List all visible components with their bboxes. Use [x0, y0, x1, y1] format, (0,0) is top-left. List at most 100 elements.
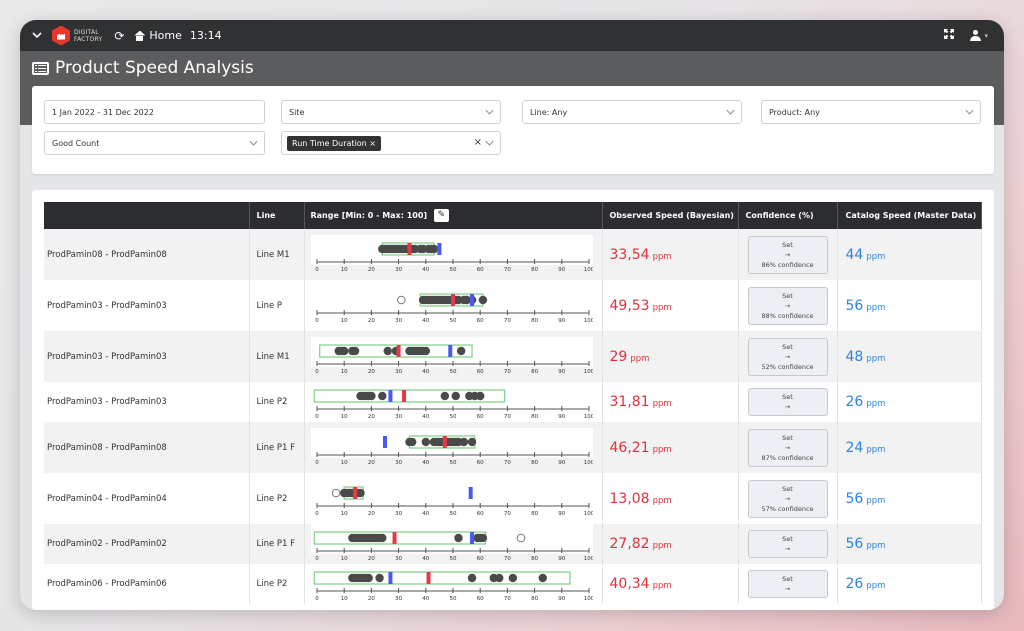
set-speed-button[interactable]: Set →	[747, 388, 828, 416]
logo-text-line1: DIGITAL	[74, 28, 99, 36]
x-tick-label: 30	[395, 596, 402, 602]
unit-text: ppm	[652, 444, 672, 455]
set-speed-button[interactable]: Set → 52% confidence	[747, 337, 828, 376]
duration-multiselect[interactable]: Run Time Duration × ×	[281, 131, 501, 155]
site-select[interactable]: Site	[281, 100, 501, 124]
observed-text: 13,08	[609, 490, 650, 507]
data-point	[456, 346, 465, 355]
clock-time: 13:14	[189, 29, 222, 42]
table-row[interactable]: ProdPamin02 - ProdPamin02 Line P1 F 0 10 2…	[44, 524, 982, 564]
observed-text: 40,34	[609, 576, 650, 592]
table-row[interactable]: ProdPamin08 - ProdPamin08 Line P1 F 0 10 2…	[44, 422, 982, 473]
data-point	[363, 573, 373, 583]
unit-text: ppm	[866, 353, 886, 364]
x-tick-label: 70	[503, 267, 510, 273]
x-tick-label: 100	[583, 369, 592, 375]
arrow-right-icon: →	[784, 250, 791, 259]
x-tick-label: 90	[558, 556, 565, 562]
table-row[interactable]: ProdPamin03 - ProdPamin03 Line P2 0 10 20 3…	[44, 382, 982, 422]
x-tick-label: 50	[449, 318, 456, 324]
range-chart-cell: 0 10 20 30 40 50 60 70 80 90 100	[304, 229, 603, 280]
list-icon	[32, 61, 49, 75]
data-point	[407, 437, 416, 446]
x-tick-label: 60	[476, 556, 483, 562]
x-tick-label: 50	[449, 369, 456, 375]
col-observed-speed[interactable]: Observed Speed (Bayesian)	[602, 202, 739, 229]
x-tick-label: 80	[531, 511, 538, 517]
data-point	[508, 573, 517, 583]
col-product[interactable]	[44, 202, 250, 229]
set-speed-button[interactable]: Set →	[747, 530, 828, 558]
x-tick-label: 100	[583, 267, 592, 273]
home-link[interactable]: Home	[134, 29, 182, 42]
product-text: ProdPamin04 - ProdPamin04	[47, 493, 167, 504]
range-chart: 0 10 20 30 40 50 60 70 80 90 100	[310, 234, 593, 273]
results-panel: Line Range [Min: 0 - Max: 100] ✎ Observe…	[32, 190, 994, 610]
user-menu[interactable]: ▾	[970, 30, 988, 41]
set-speed-button[interactable]: Set → 86% confidence	[747, 235, 828, 274]
table-row[interactable]: ProdPamin06 - ProdPamin06 Line P2 0 10 20 3…	[44, 564, 982, 604]
chevron-down-icon[interactable]	[30, 29, 44, 43]
observed-speed-marker	[401, 390, 406, 402]
unit-text: ppm	[866, 302, 886, 313]
x-tick-label: 70	[503, 460, 510, 466]
table-row[interactable]: ProdPamin04 - ProdPamin04 Line P2 0 10 20 3…	[44, 473, 982, 524]
unit-text: ppm	[652, 541, 672, 551]
x-tick-label: 100	[583, 414, 592, 420]
digital-factory-logo[interactable]: DIGITAL FACTORY	[52, 25, 102, 46]
observed-text: 46,21	[609, 439, 650, 456]
edit-range-button[interactable]: ✎	[433, 209, 449, 222]
confidence-cell: Set →	[738, 382, 838, 422]
user-icon	[970, 30, 982, 41]
set-speed-button[interactable]: Set → 88% confidence	[747, 286, 828, 325]
product-text: ProdPamin08 - ProdPamin08	[47, 249, 167, 260]
x-tick-label: 80	[531, 596, 538, 602]
unit-text: ppm	[866, 495, 886, 506]
table-row[interactable]: ProdPamin03 - ProdPamin03 Line M1 0 10 20 3…	[44, 331, 982, 382]
table-row[interactable]: ProdPamin03 - ProdPamin03 Line P 0 10 20 30…	[44, 280, 982, 331]
x-tick-label: 10	[340, 596, 347, 602]
arrow-right-icon: →	[784, 301, 791, 310]
x-tick-label: 20	[367, 511, 374, 517]
col-catalog-speed[interactable]: Catalog Speed (Master Data)	[837, 202, 982, 229]
line-select[interactable]: Line: Any	[522, 100, 742, 124]
set-speed-button[interactable]: Set →	[747, 570, 828, 598]
product-text: ProdPamin02 - ProdPamin02	[47, 539, 167, 549]
col-range[interactable]: Range [Min: 0 - Max: 100] ✎	[304, 202, 603, 229]
observed-text: 49,53	[609, 297, 650, 314]
chip-remove-icon[interactable]: ×	[369, 139, 376, 148]
data-point	[383, 346, 392, 355]
metric-select[interactable]: Good Count	[44, 131, 265, 155]
observed-speed-marker	[406, 242, 411, 255]
catalog-speed: 56 ppm	[837, 524, 982, 564]
col-confidence[interactable]: Confidence (%)	[738, 202, 838, 229]
range-chart-cell: 0 10 20 30 40 50 60 70 80 90 100	[304, 382, 603, 422]
x-tick-label: 20	[367, 267, 374, 273]
set-text: Set	[782, 342, 793, 351]
catalog-speed-marker	[468, 486, 473, 499]
x-tick-label: 60	[476, 414, 483, 420]
observed-speed: 27,82 ppm	[602, 524, 739, 564]
chart-background	[310, 234, 593, 265]
range-chart-cell: 0 10 20 30 40 50 60 70 80 90 100	[304, 331, 603, 382]
confidence-text: 52% confidence	[761, 362, 814, 371]
date-range-input[interactable]: 1 Jan 2022 - 31 Dec 2022	[44, 100, 265, 124]
set-text: Set	[782, 484, 793, 493]
set-speed-button[interactable]: Set → 57% confidence	[747, 479, 828, 518]
product-select[interactable]: Product: Any	[761, 100, 981, 124]
product-text: ProdPamin03 - ProdPamin03	[47, 351, 167, 362]
x-tick-label: 60	[476, 460, 483, 466]
x-tick-label: 40	[422, 318, 429, 324]
clear-selection-icon[interactable]: ×	[474, 137, 482, 148]
x-tick-label: 0	[315, 460, 319, 466]
refresh-icon[interactable]: ⟳	[114, 29, 124, 43]
col-line[interactable]: Line	[249, 202, 305, 229]
x-tick-label: 70	[503, 511, 510, 517]
range-chart-cell: 0 10 20 30 40 50 60 70 80 90 100	[304, 422, 603, 473]
line-name: Line P	[249, 280, 305, 331]
set-speed-button[interactable]: Set → 87% confidence	[747, 428, 828, 467]
observed-speed: 46,21 ppm	[602, 422, 739, 473]
fullscreen-icon[interactable]	[944, 29, 955, 42]
table-row[interactable]: ProdPamin08 - ProdPamin08 Line M1 0 10 20 3…	[44, 229, 982, 280]
x-tick-label: 40	[422, 414, 429, 420]
